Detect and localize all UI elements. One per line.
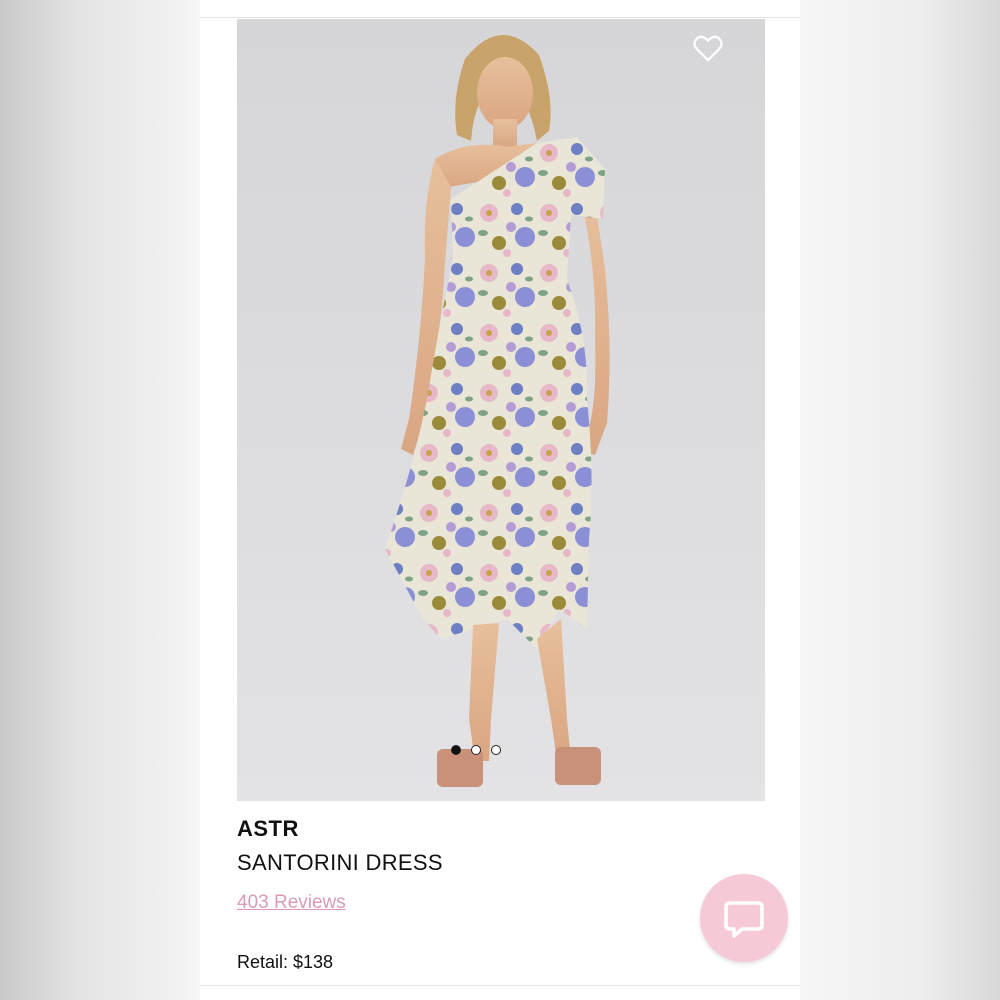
background-right — [800, 0, 1000, 1000]
brand-name: ASTR — [237, 816, 299, 841]
gallery-pagination — [451, 745, 501, 755]
retail-price: Retail: $138 — [237, 952, 334, 972]
bottom-divider — [200, 985, 800, 986]
reviews-link[interactable]: 403 Reviews — [237, 892, 346, 914]
gallery-dot-3[interactable] — [491, 745, 501, 755]
gallery-dot-1[interactable] — [451, 745, 461, 755]
gallery-dot-2[interactable] — [471, 745, 481, 755]
model-illustration — [385, 34, 610, 787]
chat-button[interactable] — [700, 874, 788, 962]
top-divider — [200, 17, 800, 18]
product-card: ASTR SANTORINI DRESS 403 Reviews Retail:… — [200, 0, 800, 1000]
favorite-heart-icon[interactable] — [693, 35, 723, 63]
chat-bubble-icon — [724, 901, 764, 938]
product-image[interactable] — [237, 19, 765, 801]
product-title: SANTORINI DRESS — [237, 850, 443, 875]
